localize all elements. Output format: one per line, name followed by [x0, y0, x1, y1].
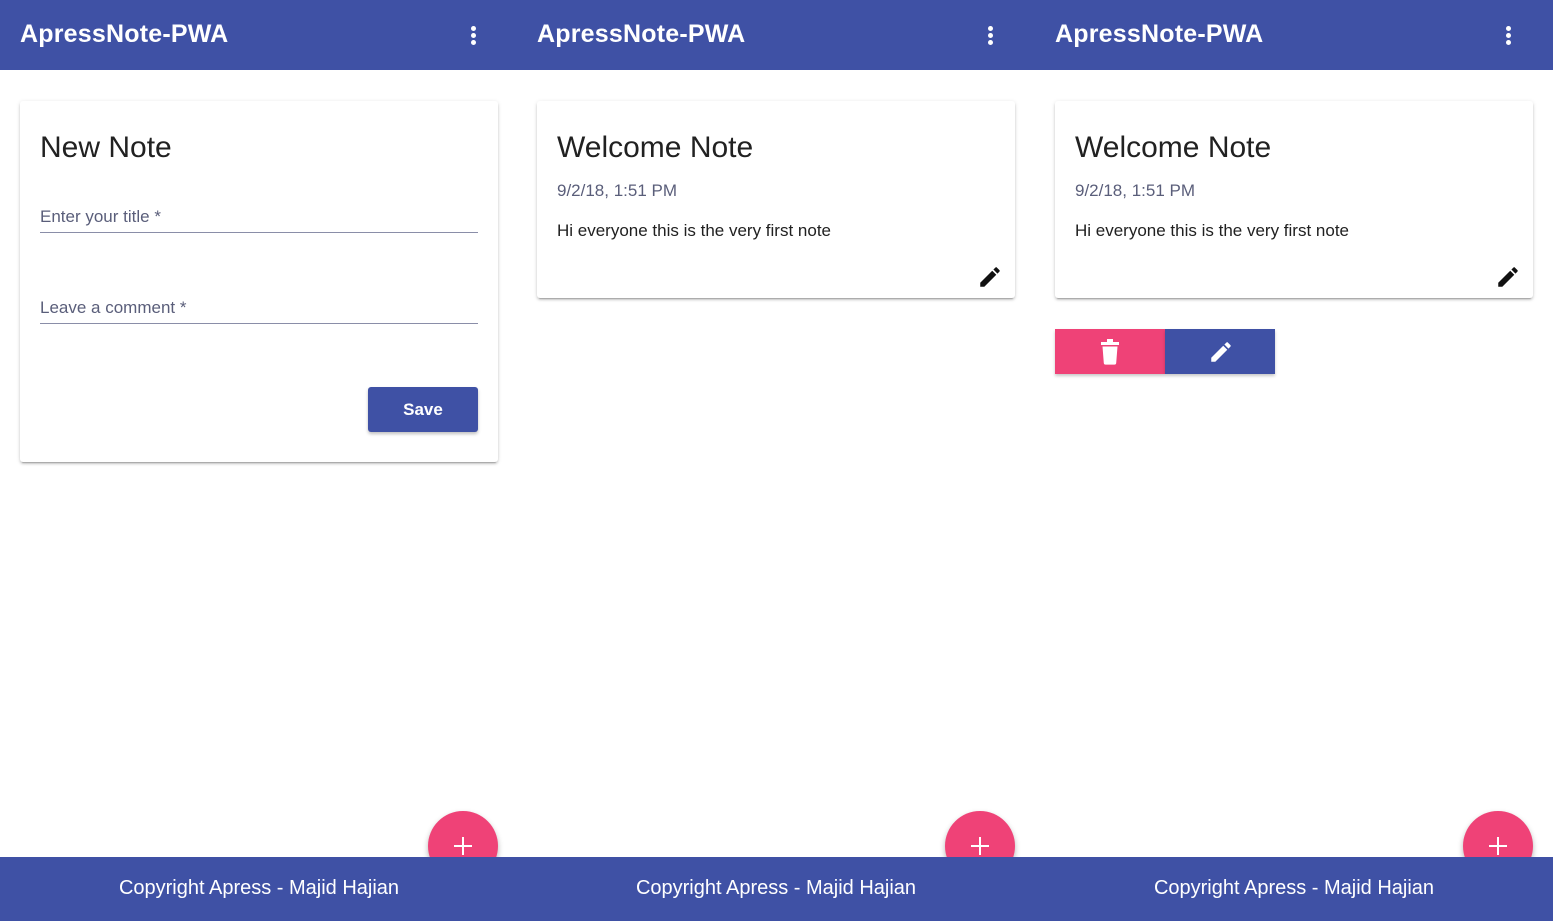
panel-note-view: ApressNote-PWA Welcome Note 9/2/18, 1:51…: [517, 0, 1035, 921]
pencil-icon: [1211, 342, 1231, 362]
save-button[interactable]: Save: [368, 387, 478, 432]
trash-icon: [1101, 339, 1119, 365]
title-underline: [40, 232, 478, 233]
comment-input[interactable]: [40, 292, 478, 324]
note-action-row: [1055, 329, 1275, 374]
pencil-icon[interactable]: [977, 264, 1003, 290]
footer-copyright: Copyright Apress - Majid Hajian: [1153, 877, 1435, 899]
app-toolbar: ApressNote-PWA: [1035, 0, 1553, 70]
note-body: Hi everyone this is the very first note: [1075, 221, 1350, 240]
app-title: ApressNote-PWA: [537, 20, 746, 48]
plus-icon: [454, 837, 472, 855]
comment-underline: [40, 323, 478, 324]
note-title: Welcome Note: [557, 131, 754, 164]
note-date: 9/2/18, 1:51 PM: [1075, 181, 1196, 200]
comment-field: [40, 292, 478, 332]
new-note-card: New Note Save: [20, 101, 498, 462]
delete-note-button[interactable]: [1055, 329, 1165, 374]
panel-note-actions: ApressNote-PWA Welcome Note 9/2/18, 1:51…: [1035, 0, 1553, 921]
app-title: ApressNote-PWA: [1055, 20, 1264, 48]
note-card[interactable]: Welcome Note 9/2/18, 1:51 PM Hi everyone…: [1055, 101, 1533, 298]
app-footer: Copyright Apress - Majid Hajian: [517, 857, 1035, 921]
panel-new-note: ApressNote-PWA New Note Save Copyright A…: [0, 0, 518, 921]
app-footer: Copyright Apress - Majid Hajian: [1035, 857, 1553, 921]
app-footer: Copyright Apress - Majid Hajian: [0, 857, 518, 921]
plus-icon: [1489, 837, 1507, 855]
more-vert-icon[interactable]: [983, 22, 997, 48]
note-title: Welcome Note: [1075, 131, 1272, 164]
title-field: [40, 201, 478, 241]
more-vert-icon[interactable]: [466, 22, 480, 48]
new-note-heading: New Note: [40, 131, 172, 164]
title-input[interactable]: [40, 201, 478, 233]
note-card[interactable]: Welcome Note 9/2/18, 1:51 PM Hi everyone…: [537, 101, 1015, 298]
app-toolbar: ApressNote-PWA: [517, 0, 1035, 70]
note-body: Hi everyone this is the very first note: [557, 221, 832, 240]
app-toolbar: ApressNote-PWA: [0, 0, 518, 70]
note-date: 9/2/18, 1:51 PM: [557, 181, 678, 200]
more-vert-icon[interactable]: [1501, 22, 1515, 48]
pencil-icon[interactable]: [1495, 264, 1521, 290]
footer-copyright: Copyright Apress - Majid Hajian: [118, 877, 400, 899]
edit-note-button[interactable]: [1165, 329, 1275, 374]
app-title: ApressNote-PWA: [20, 20, 229, 48]
plus-icon: [971, 837, 989, 855]
footer-copyright: Copyright Apress - Majid Hajian: [635, 877, 917, 899]
